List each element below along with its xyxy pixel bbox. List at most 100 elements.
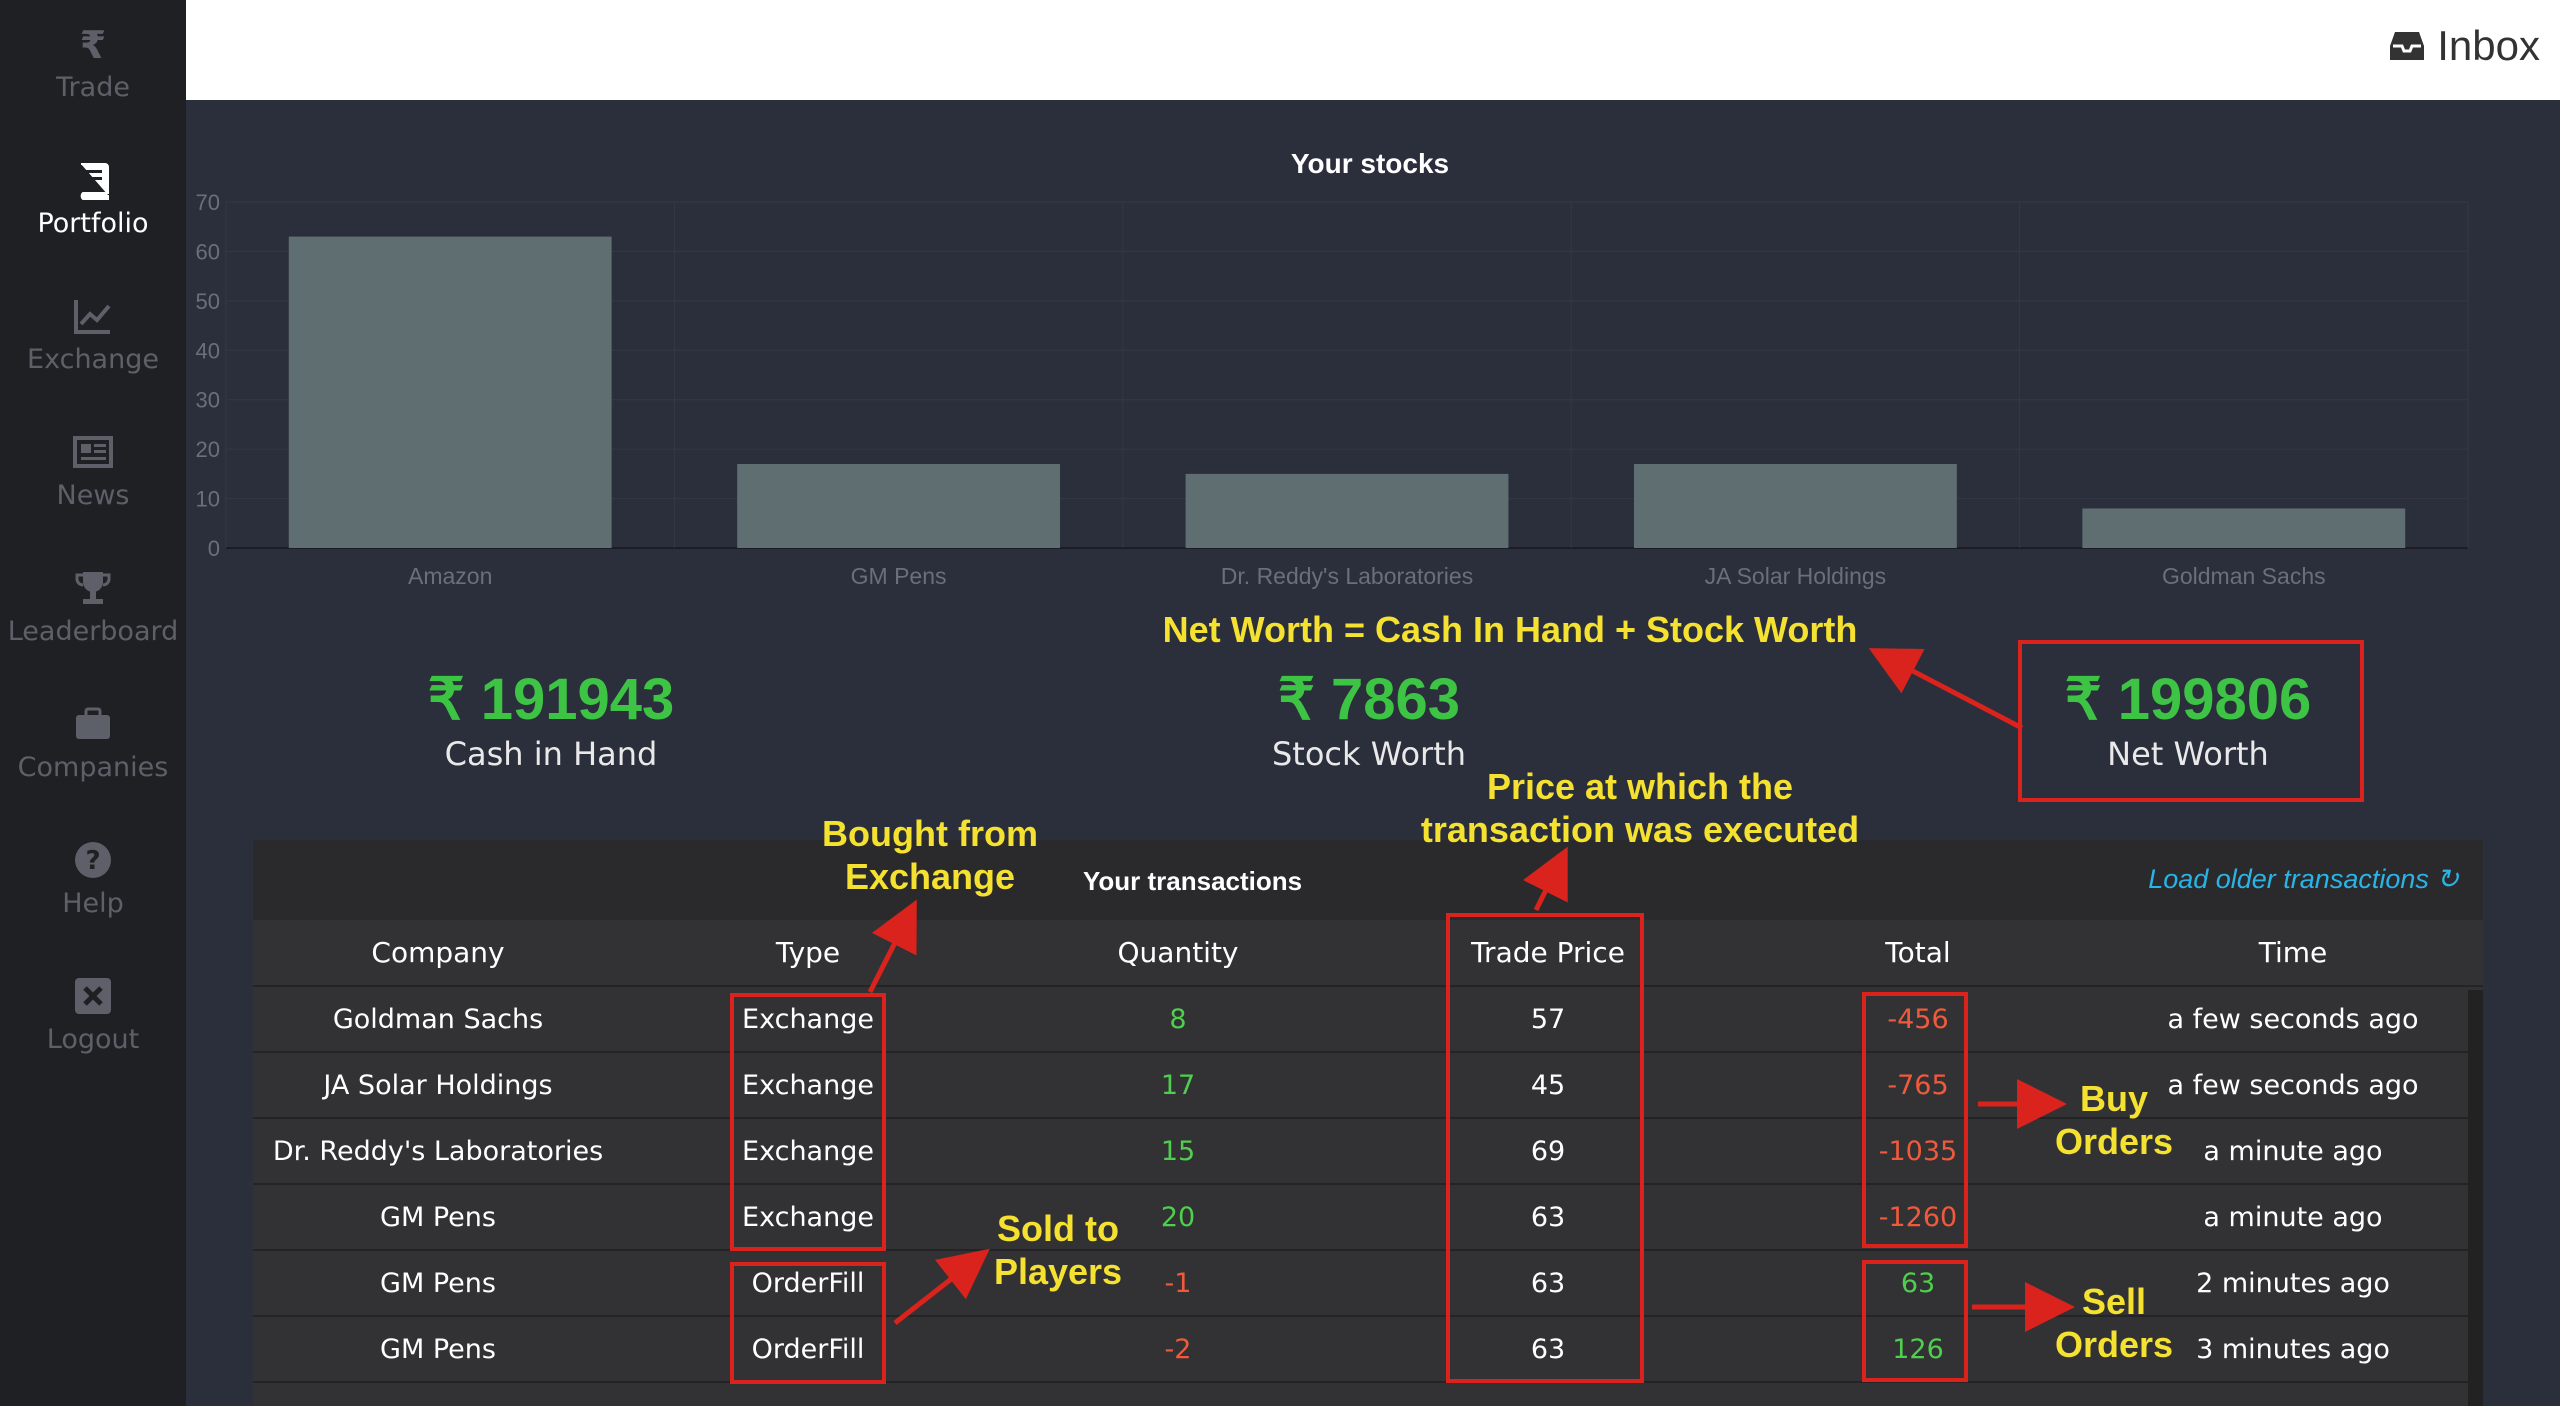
x-tick-label: GM Pens <box>851 563 947 589</box>
net-worth-highlight-box <box>2018 640 2364 802</box>
cell-company: Dr. Reddy's Laboratories <box>253 1118 623 1185</box>
x-tick-label: Goldman Sachs <box>2162 563 2326 589</box>
trophy-icon <box>75 572 111 604</box>
annotation-line: transaction was executed <box>1420 809 1860 851</box>
net-worth-formula-annotation: Net Worth = Cash In Hand + Stock Worth <box>1162 609 1858 650</box>
bar <box>288 236 612 548</box>
cell-quantity: 15 <box>993 1118 1363 1185</box>
orderfill-type-highlight-box <box>730 1262 886 1384</box>
sidebar-item-label: Logout <box>46 1024 140 1055</box>
cell-quantity: 8 <box>993 986 1363 1053</box>
trade-price-highlight-box <box>1446 913 1644 1383</box>
cell-time: a minute ago <box>2103 1184 2483 1251</box>
table-row: Goldman Sachs Exchange 8 57 -456 a few s… <box>253 986 2483 1053</box>
sidebar-item-exchange[interactable]: Exchange <box>0 294 186 375</box>
annotation-line: Buy <box>2079 1078 2148 1119</box>
table-row: GM Pens Exchange 20 63 -1260 a minute ag… <box>253 1184 2483 1251</box>
briefcase-icon <box>76 707 110 739</box>
top-bar: Inbox <box>186 0 2560 100</box>
cash-in-hand-value: ₹ 191943 <box>427 667 675 732</box>
annotation-line: Players <box>993 1251 1123 1293</box>
cash-in-hand-label: Cash in Hand <box>444 735 658 773</box>
y-tick-label: 20 <box>196 437 220 462</box>
rupee-icon: ₹ <box>80 23 106 66</box>
sidebar-item-logout[interactable]: Logout <box>0 974 186 1055</box>
annotation-line: Bought from <box>822 813 1038 854</box>
column-header-type: Type <box>623 920 993 987</box>
sidebar-item-companies[interactable]: Companies <box>0 702 186 783</box>
sell-orders-highlight-box <box>1862 1260 1968 1382</box>
annotation-line: Sold to <box>997 1208 1119 1249</box>
stocks-bar-chart: 0 10 20 30 40 50 60 70 Amazon GM Pens Dr. Reddy's … <box>196 190 2469 589</box>
y-tick-label: 10 <box>196 487 220 512</box>
sidebar-item-trade[interactable]: ₹ Trade <box>0 22 186 103</box>
cash-in-hand-stat: ₹ 191943 Cash in Hand <box>301 665 801 773</box>
svg-text:?: ? <box>85 846 100 876</box>
bar <box>737 463 1061 548</box>
table-header-row: Company Type Quantity Trade Price Total … <box>253 920 2483 987</box>
sidebar-item-label: Exchange <box>27 344 159 375</box>
y-tick-label: 0 <box>208 536 220 561</box>
annotation-line: Orders <box>2054 1121 2174 1163</box>
inbox-label: Inbox <box>2437 22 2540 69</box>
stock-worth-stat: ₹ 7863 Stock Worth <box>1119 665 1619 773</box>
cell-quantity: 17 <box>993 1052 1363 1119</box>
annotation-line: Exchange <box>844 856 1016 898</box>
buy-orders-highlight-box <box>1862 992 1968 1248</box>
bar <box>2082 508 2406 548</box>
sidebar-item-label: News <box>56 480 130 511</box>
x-tick-label: JA Solar Holdings <box>1705 563 1887 589</box>
svg-text:₹: ₹ <box>80 23 106 66</box>
sidebar-item-news[interactable]: News <box>0 430 186 511</box>
x-tick-label: Dr. Reddy's Laboratories <box>1221 563 1473 589</box>
cell-quantity: -2 <box>993 1316 1363 1383</box>
column-header-quantity: Quantity <box>993 920 1363 987</box>
column-header-time: Time <box>2103 920 2483 987</box>
book-icon <box>80 163 109 200</box>
question-icon: ? <box>75 842 111 878</box>
trade-price-annotation: Price at which the transaction was execu… <box>1360 765 1920 851</box>
column-header-total: Total <box>1733 920 2103 987</box>
sidebar-item-label: Portfolio <box>37 208 149 239</box>
chart-title: Your stocks <box>1290 148 1450 179</box>
stock-worth-value: ₹ 7863 <box>1277 667 1461 732</box>
sidebar-item-label: Leaderboard <box>7 616 179 647</box>
transactions-title: Your transactions <box>1083 866 1303 896</box>
bar <box>1185 473 1509 548</box>
sidebar-item-portfolio[interactable]: Portfolio <box>0 158 186 239</box>
y-tick-label: 50 <box>196 289 220 314</box>
cell-company: GM Pens <box>253 1316 623 1383</box>
newspaper-icon <box>73 436 113 468</box>
cell-company: Goldman Sachs <box>253 986 623 1053</box>
table-scrollbar[interactable] <box>2468 990 2483 1406</box>
annotation-line: Sell <box>2081 1281 2147 1322</box>
column-header-company: Company <box>253 920 623 987</box>
y-tick-label: 40 <box>196 338 220 363</box>
sidebar-item-leaderboard[interactable]: Leaderboard <box>0 566 186 647</box>
sold-to-players-annotation: Sold to Players <box>958 1207 1158 1293</box>
transactions-header: Your transactions Load older transaction… <box>253 840 2483 920</box>
sidebar-item-help[interactable]: ? Help <box>0 838 186 919</box>
close-icon <box>75 978 111 1014</box>
sidebar-item-label: Trade <box>56 72 130 103</box>
bar <box>1633 463 1957 548</box>
cell-company: GM Pens <box>253 1184 623 1251</box>
x-tick-label: Amazon <box>408 563 492 589</box>
sidebar-item-label: Companies <box>17 752 169 783</box>
cell-time: a few seconds ago <box>2103 986 2483 1053</box>
inbox-icon <box>2390 32 2425 60</box>
cell-company: GM Pens <box>253 1250 623 1317</box>
sell-orders-annotation: Sell Orders <box>2034 1280 2194 1366</box>
sidebar-item-label: Help <box>62 888 124 919</box>
cell-company: JA Solar Holdings <box>253 1052 623 1119</box>
y-tick-label: 30 <box>196 388 220 413</box>
annotation-line: Orders <box>2054 1324 2174 1366</box>
load-older-transactions-link[interactable]: Load older transactions ↻ <box>2148 864 2459 895</box>
y-tick-label: 60 <box>196 239 220 264</box>
y-tick-label: 70 <box>196 190 220 215</box>
line-chart-icon <box>74 300 111 334</box>
buy-orders-annotation: Buy Orders <box>2034 1077 2194 1163</box>
inbox-button[interactable]: Inbox <box>2389 22 2540 70</box>
bought-from-exchange-annotation: Bought from Exchange <box>780 812 1080 898</box>
annotation-line: Price at which the <box>1486 766 1794 807</box>
